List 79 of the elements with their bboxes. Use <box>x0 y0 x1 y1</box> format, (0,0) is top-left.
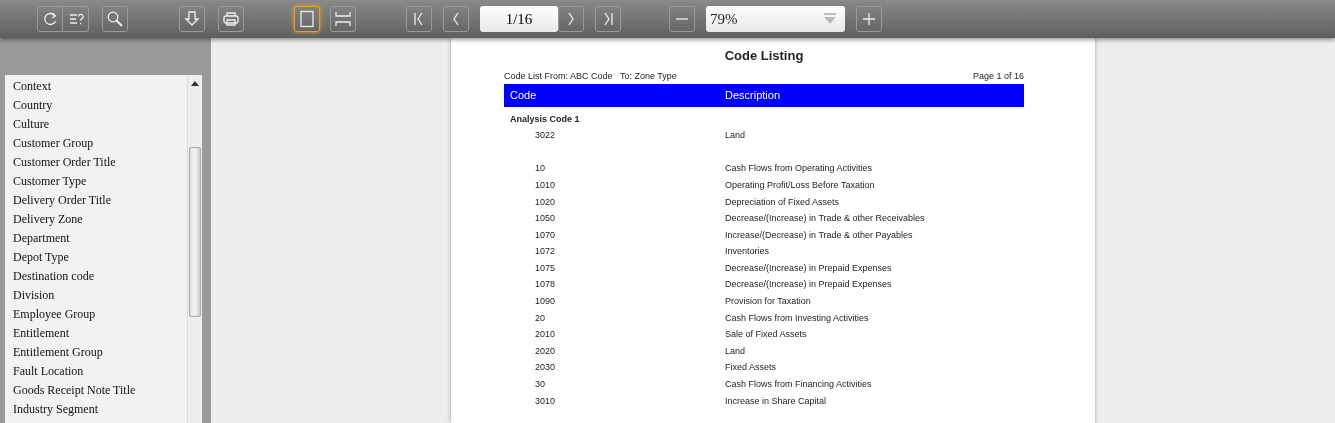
scroll-thumb[interactable] <box>189 147 201 317</box>
description-cell: Cash Flows from Investing Activities <box>725 312 869 323</box>
list-item[interactable]: Country <box>13 96 187 115</box>
code-cell: 1010 <box>535 179 556 190</box>
code-cell: 20 <box>535 312 545 323</box>
search-icon <box>105 9 125 29</box>
scrollbar[interactable] <box>187 75 202 423</box>
list-item[interactable]: Culture <box>13 115 187 134</box>
description-cell: Cash Flows from Financing Activities <box>725 379 872 390</box>
code-cell: 10 <box>535 163 545 174</box>
description-cell: Inventories <box>725 246 770 257</box>
code-cell: 3010 <box>535 395 556 406</box>
page-width-button[interactable] <box>330 6 356 32</box>
code-cell: 2030 <box>535 362 556 373</box>
print-button[interactable] <box>218 6 244 32</box>
search-button[interactable] <box>102 6 128 32</box>
page-button[interactable] <box>294 6 320 32</box>
list-item[interactable]: Delivery Order Title <box>13 191 187 210</box>
report-criteria: Code List From: ABC Code To: Zone Type <box>504 69 677 83</box>
list-item[interactable]: Fault Location <box>13 362 187 381</box>
description-cell: Depreciation of Fixed Assets <box>725 196 840 207</box>
minus-icon <box>675 18 689 20</box>
description-cell: Decrease/(Increase) in Prepaid Expenses <box>725 279 892 290</box>
code-cell: 1078 <box>535 279 556 290</box>
description-cell: Land <box>725 130 746 141</box>
description-cell: Sale of Fixed Assets <box>725 329 807 340</box>
description-cell: Increase/(Decrease) in Trade & other Payables <box>725 229 913 240</box>
first-page-button[interactable] <box>406 6 432 32</box>
list-item[interactable]: Delivery Zone <box>13 210 187 229</box>
list-item[interactable]: Context <box>13 77 187 96</box>
plus-button[interactable] <box>856 6 882 32</box>
description-cell: Land <box>725 345 746 356</box>
column-header: Description <box>725 89 781 102</box>
code-cell: 3022 <box>535 130 556 141</box>
page-label: Page 1 of 16 <box>972 69 1024 83</box>
print-icon <box>221 9 241 29</box>
page-icon <box>297 9 317 29</box>
last-page-button[interactable] <box>595 6 621 32</box>
code-cell: 1020 <box>535 196 556 207</box>
list-item[interactable]: Entitlement <box>13 324 187 343</box>
code-cell: 1075 <box>535 262 556 273</box>
description-cell: Decrease/(Increase) in Prepaid Expenses <box>725 262 892 273</box>
description-cell: Increase in Share Capital <box>725 395 827 406</box>
page-number-field[interactable]: 1/16 <box>480 6 558 32</box>
list-item[interactable]: Depot Type <box>13 248 187 267</box>
help-button[interactable] <box>63 6 89 32</box>
column-header: Code <box>510 89 537 102</box>
list-item[interactable]: Goods Receipt Note Title <box>13 381 187 400</box>
code-cell: 1090 <box>535 296 556 307</box>
code-cell: 2010 <box>535 329 556 340</box>
list-item[interactable]: Customer Order Title <box>13 153 187 172</box>
group-heading: Analysis Code 1 <box>510 112 580 126</box>
page-width-icon <box>333 9 353 29</box>
code-cell: 30 <box>535 379 545 390</box>
refresh-button[interactable] <box>37 6 63 32</box>
code-cell: 1072 <box>535 246 556 257</box>
list-item[interactable]: Employee Group <box>13 305 187 324</box>
description-cell: Provision for Taxation <box>725 296 811 307</box>
list-item[interactable]: Customer Type <box>13 172 187 191</box>
report-title: Code Listing <box>724 48 804 63</box>
list-item[interactable]: Industry Segment <box>13 400 187 419</box>
description-cell: Fixed Assets <box>725 362 777 373</box>
description-cell: Decrease/(Increase) in Trade & other Receivables <box>725 213 925 224</box>
description-cell: Cash Flows from Operating Activities <box>725 163 873 174</box>
previous-button[interactable] <box>443 6 469 32</box>
minus-button[interactable] <box>669 6 695 32</box>
code-cell: 2020 <box>535 345 556 356</box>
list-item[interactable]: Destination code <box>13 267 187 286</box>
list-item[interactable]: Department <box>13 229 187 248</box>
download-arrow-button[interactable] <box>179 6 205 32</box>
code-cell: 1070 <box>535 229 556 240</box>
list-item[interactable]: Customer Group <box>13 134 187 153</box>
description-cell: Operating Profit/Loss Before Taxation <box>725 179 875 190</box>
zoom-dropdown[interactable]: 79% <box>706 6 845 32</box>
list-item[interactable]: Entitlement Group <box>13 343 187 362</box>
code-cell: 1050 <box>535 213 556 224</box>
scroll-up-icon[interactable] <box>191 81 199 86</box>
next-button[interactable] <box>558 6 584 32</box>
list-item[interactable]: Division <box>13 286 187 305</box>
